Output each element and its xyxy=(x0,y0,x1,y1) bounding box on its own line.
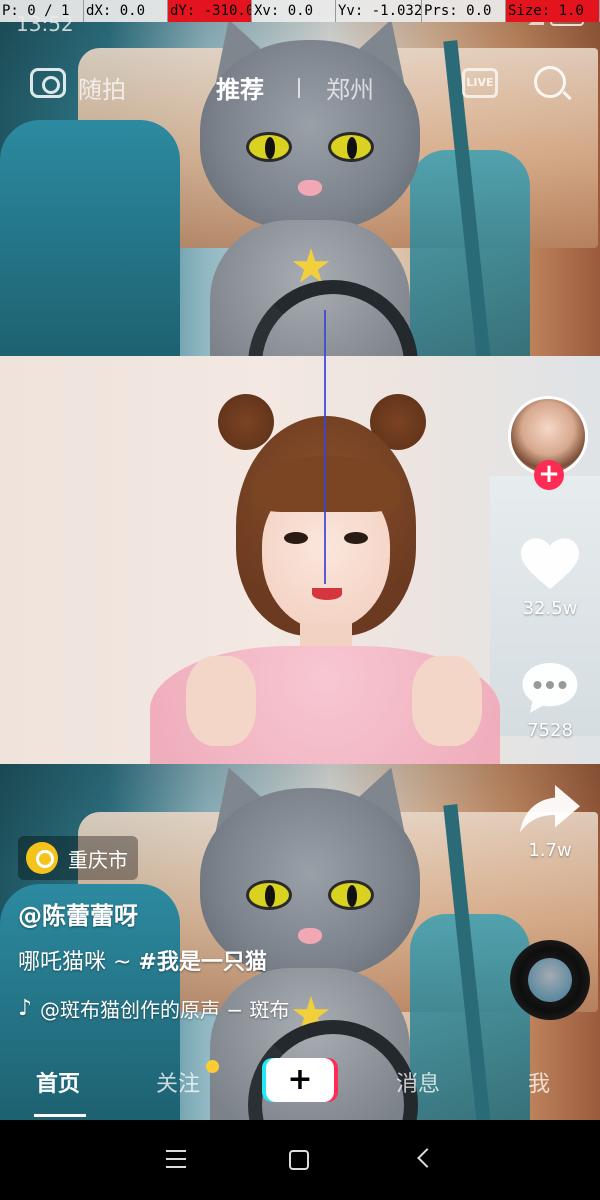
comment-count: 7528 xyxy=(527,720,573,741)
music-info[interactable]: ♪ @斑布猫创作的原声 − 斑布 xyxy=(18,994,290,1023)
menu-icon[interactable] xyxy=(166,1150,186,1168)
tab-recommend[interactable]: 推荐 xyxy=(216,70,264,105)
follow-plus-button[interactable]: + xyxy=(534,460,564,490)
music-disc-button[interactable] xyxy=(510,940,590,1020)
quick-shoot-tab[interactable]: 随拍 xyxy=(78,70,126,105)
search-icon[interactable] xyxy=(534,66,566,98)
tab-home[interactable]: 首页 xyxy=(36,1066,80,1098)
share-button[interactable]: 1.7w xyxy=(510,784,590,861)
hashtag-link[interactable]: #我是一只猫 xyxy=(138,950,266,975)
comment-button[interactable]: 7528 xyxy=(510,660,590,741)
active-tab-indicator xyxy=(34,1114,86,1117)
debug-xv: Xv: 0.0 xyxy=(252,0,336,22)
debug-pointer: P: 0 / 1 xyxy=(0,0,84,22)
share-arrow-icon xyxy=(520,784,580,836)
author-name[interactable]: @陈蕾蕾呀 xyxy=(18,896,138,931)
create-video-button[interactable]: + xyxy=(262,1058,338,1102)
location-label: 重庆市 xyxy=(68,847,128,872)
debug-prs: Prs: 0.0 xyxy=(422,0,506,22)
back-icon[interactable] xyxy=(417,1148,437,1168)
top-navigation: 随拍 推荐 郑州 LIVE xyxy=(0,56,600,116)
pointer-location-overlay: P: 0 / 1 dX: 0.0 dY: -310.0 Xv: 0.0 Yv: … xyxy=(0,0,600,22)
location-tag[interactable]: 重庆市 xyxy=(18,836,138,880)
tab-city[interactable]: 郑州 xyxy=(326,70,374,105)
share-count: 1.7w xyxy=(528,840,572,861)
debug-yv: Yv: -1.032 xyxy=(336,0,422,22)
nav-divider xyxy=(298,78,300,98)
live-icon[interactable]: LIVE xyxy=(462,68,498,98)
music-cover-image xyxy=(528,958,572,1002)
like-count: 32.5w xyxy=(522,598,578,619)
camera-icon[interactable] xyxy=(30,68,66,98)
tab-messages[interactable]: 消息 xyxy=(396,1066,440,1098)
debug-dx: dX: 0.0 xyxy=(84,0,168,22)
system-navigation-bar xyxy=(0,1120,600,1200)
music-note-icon: ♪ xyxy=(18,996,33,1021)
video-frame-top[interactable] xyxy=(0,0,600,356)
touch-trace-line xyxy=(324,310,326,584)
plus-icon: + xyxy=(266,1058,334,1102)
tab-follow[interactable]: 关注 xyxy=(156,1066,200,1098)
heart-icon xyxy=(521,536,579,594)
bottom-tab-bar: 首页 关注 + 消息 我 xyxy=(0,1040,600,1120)
debug-dy: dY: -310.0 xyxy=(168,0,252,22)
debug-size: Size: 1.0 xyxy=(506,0,600,22)
like-button[interactable]: 32.5w xyxy=(510,536,590,619)
comment-icon xyxy=(520,660,580,716)
location-pin-icon xyxy=(26,842,58,874)
home-icon[interactable] xyxy=(289,1150,309,1170)
caption-text: 哪吒猫咪 ~ xyxy=(18,950,139,975)
author-avatar[interactable]: + xyxy=(508,396,588,490)
music-title: @斑布猫创作的原声 − 斑布 xyxy=(40,998,290,1022)
tab-me[interactable]: 我 xyxy=(528,1066,550,1098)
notification-dot xyxy=(206,1060,219,1073)
video-caption: 哪吒猫咪 ~ #我是一只猫 xyxy=(18,944,267,976)
